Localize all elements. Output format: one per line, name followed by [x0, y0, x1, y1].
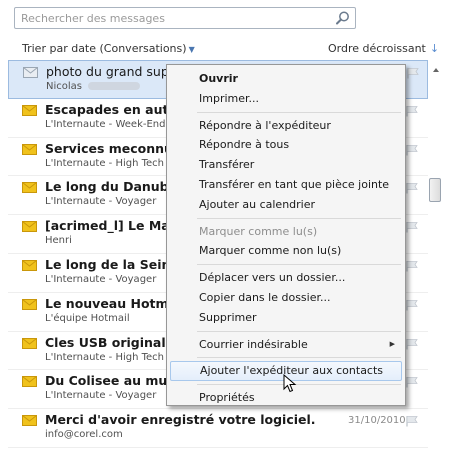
menu-item-label: Répondre à l'expéditeur	[199, 118, 331, 132]
menu-item-label: Propriétés	[199, 391, 255, 405]
message-row[interactable]: Merci d'avoir enregistré votre logiciel.…	[8, 409, 428, 448]
menu-item-label: Imprimer...	[199, 91, 260, 105]
message-sender: L'Internaute - Voyager	[45, 196, 157, 208]
scrollbar-thumb[interactable]	[429, 178, 441, 202]
menu-item-label: Transférer en tant que pièce jointe	[199, 177, 390, 191]
menu-item-imprimer[interactable]: Imprimer...	[169, 89, 403, 109]
sort-by-dropdown[interactable]: Trier par date (Conversations) ▼	[22, 42, 195, 55]
message-subject: Merci d'avoir enregistré votre logiciel.	[45, 412, 316, 428]
arrow-down-icon: ↓	[429, 42, 440, 55]
menu-item-label: Marquer comme lu(s)	[199, 224, 318, 238]
message-sender: L'Internaute - High Tech	[45, 157, 165, 169]
envelope-icon	[22, 415, 37, 427]
search-button[interactable]	[334, 10, 352, 26]
menu-item-marquer-comme-non-lu-s[interactable]: Marquer comme non lu(s)	[169, 241, 403, 261]
scroll-up-arrow-icon[interactable]	[430, 64, 442, 76]
menu-separator	[197, 384, 401, 386]
envelope-icon	[22, 337, 37, 349]
menu-item-label: Répondre à tous	[199, 138, 290, 152]
message-sender: L'équipe Hotmail	[45, 312, 130, 324]
menu-item-repondre-a-l-expediteur[interactable]: Répondre à l'expéditeur	[169, 116, 403, 136]
menu-item-label: Déplacer vers un dossier...	[199, 271, 346, 285]
message-sender: info@corel.com	[45, 429, 123, 441]
menu-item-ajouter-au-calendrier[interactable]: Ajouter au calendrier	[169, 195, 403, 215]
flag-icon[interactable]	[405, 376, 419, 388]
envelope-icon	[22, 143, 37, 155]
menu-item-transferer[interactable]: Transférer	[169, 155, 403, 175]
flag-icon[interactable]	[405, 182, 419, 194]
message-sender: L'Internaute - Voyager	[45, 273, 157, 285]
search-icon	[336, 11, 349, 25]
message-sender: L'Internaute - Voyager	[45, 390, 157, 402]
menu-separator	[197, 357, 401, 359]
envelope-icon	[22, 376, 37, 388]
menu-item-supprimer[interactable]: Supprimer	[169, 308, 403, 328]
menu-item-transferer-en-tant-que-piece-jointe[interactable]: Transférer en tant que pièce jointe	[169, 175, 403, 195]
sender-address-blurred	[88, 82, 140, 90]
menu-separator	[197, 264, 401, 266]
message-date: 31/10/2010	[348, 415, 406, 427]
menu-item-repondre-a-tous[interactable]: Répondre à tous	[169, 135, 403, 155]
flag-icon[interactable]	[405, 299, 419, 311]
search-input[interactable]	[15, 8, 325, 28]
envelope-icon	[22, 221, 37, 233]
message-sender: Nicolas	[46, 81, 140, 92]
flag-icon[interactable]	[405, 260, 419, 272]
message-sender: L'Internaute - High Tech	[45, 351, 165, 363]
sort-order-toggle[interactable]: Ordre décroissant ↓	[328, 42, 439, 55]
menu-item-courrier-indesirable[interactable]: Courrier indésirable ▶	[169, 335, 403, 355]
flag-icon[interactable]	[406, 67, 420, 79]
menu-separator	[197, 111, 401, 113]
flag-icon[interactable]	[405, 144, 419, 156]
sort-by-label: Trier par date (Conversations)	[22, 42, 187, 55]
flag-icon[interactable]	[405, 415, 419, 427]
menu-separator	[197, 217, 401, 219]
message-sender: L'Internaute - Week-End	[45, 118, 166, 130]
menu-item-marquer-comme-lu-s: Marquer comme lu(s)	[169, 222, 403, 242]
flag-icon[interactable]	[405, 221, 419, 233]
menu-separator	[197, 330, 401, 332]
flag-icon[interactable]	[405, 105, 419, 117]
menu-item-label: Marquer comme non lu(s)	[199, 244, 342, 258]
envelope-icon	[22, 259, 37, 271]
message-sender: Henri	[45, 235, 72, 247]
envelope-icon	[22, 104, 37, 116]
envelope-icon	[22, 182, 37, 194]
sort-order-label: Ordre décroissant	[328, 42, 426, 55]
menu-item-deplacer-vers-un-dossier[interactable]: Déplacer vers un dossier...	[169, 268, 403, 288]
flag-icon[interactable]	[405, 338, 419, 350]
envelope-icon	[23, 67, 38, 78]
menu-item-copier-dans-le-dossier[interactable]: Copier dans le dossier...	[169, 288, 403, 308]
menu-item-label: Transférer	[199, 158, 255, 172]
search-box	[14, 7, 356, 29]
mouse-cursor-icon	[283, 374, 297, 393]
menu-item-label: Copier dans le dossier...	[199, 290, 331, 304]
menu-item-label: Ouvrir	[199, 72, 238, 85]
menu-item-label: Ajouter au calendrier	[199, 197, 316, 211]
menu-item-label: Supprimer	[199, 310, 257, 324]
chevron-down-icon: ▼	[188, 45, 195, 54]
submenu-arrow-icon: ▶	[389, 339, 395, 348]
envelope-icon	[22, 298, 37, 310]
context-menu: Ouvrir Imprimer... Répondre à l'expéditeur…	[166, 64, 406, 406]
menu-item-ouvrir[interactable]: Ouvrir	[169, 69, 403, 89]
menu-item-label: Courrier indésirable	[199, 337, 308, 351]
